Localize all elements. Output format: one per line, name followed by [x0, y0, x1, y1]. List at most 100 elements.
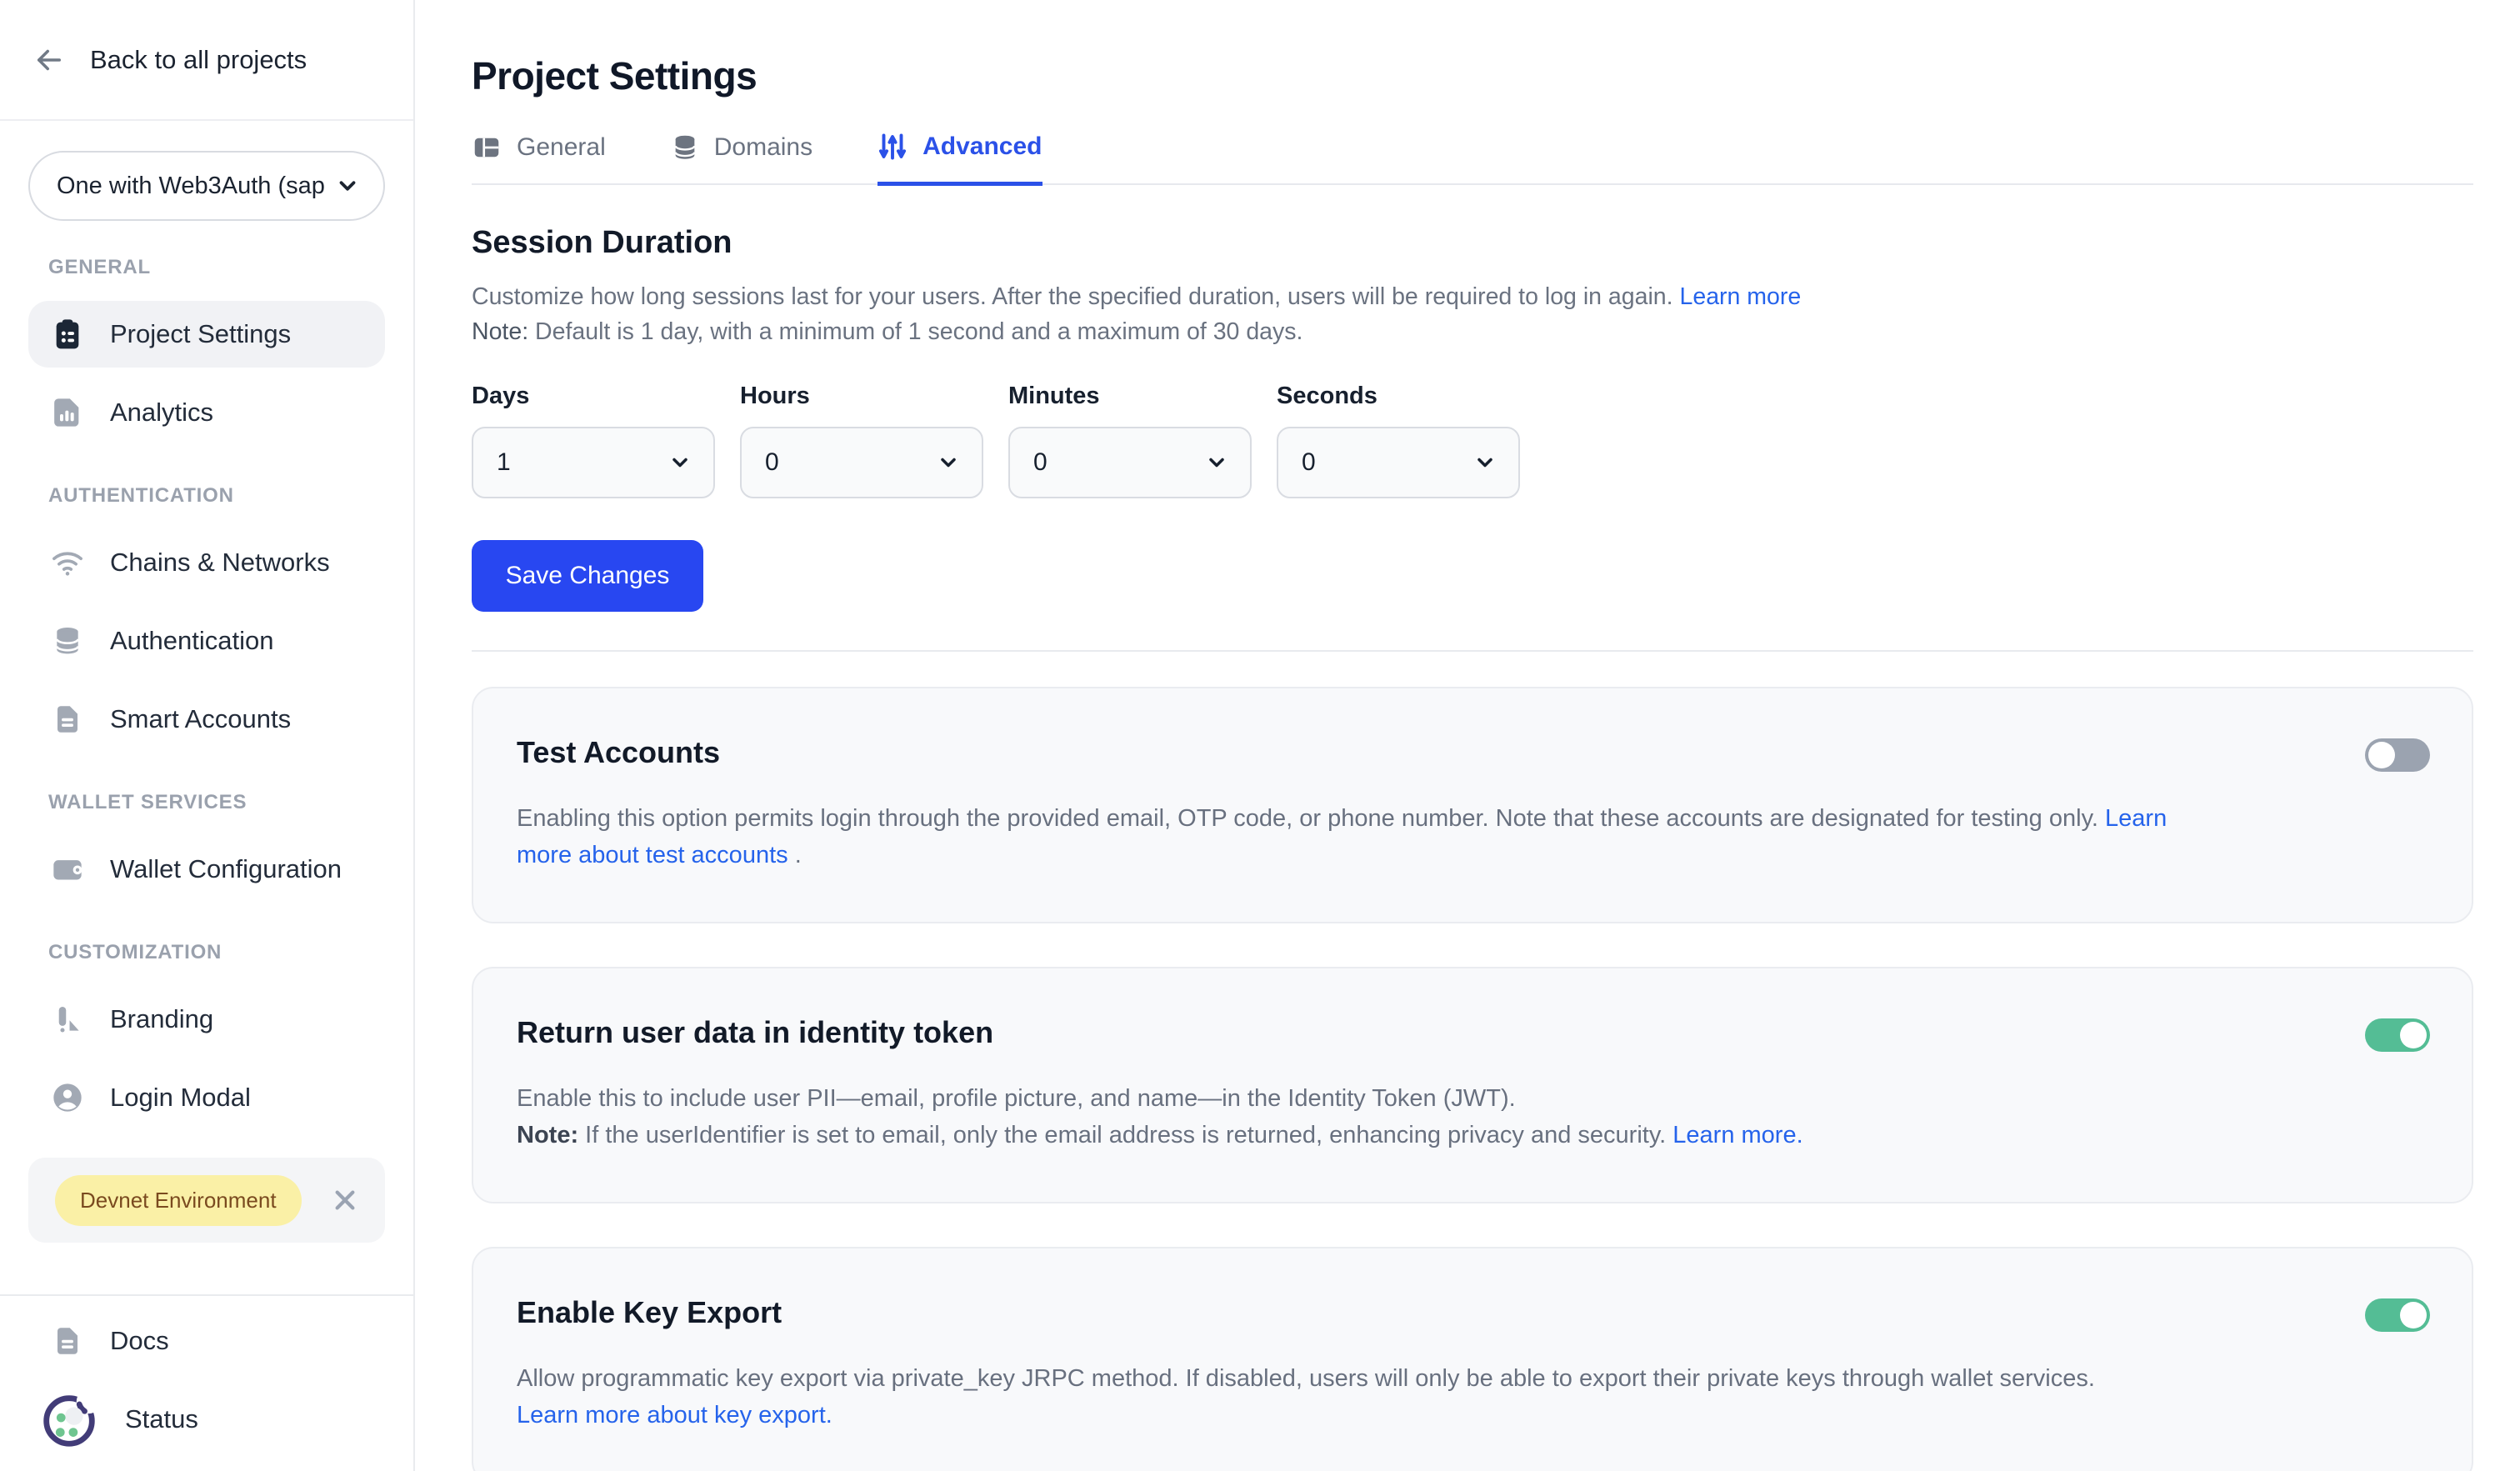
sidebar-item-docs[interactable]: Docs: [28, 1308, 385, 1374]
table-grid-icon: [472, 133, 502, 163]
sidebar-item-branding[interactable]: Branding: [28, 986, 385, 1053]
section-label-customization: CUSTOMIZATION: [48, 941, 385, 964]
app-window: Back to all projects One with Web3Auth (…: [0, 0, 2520, 1471]
cookie-status-icon: [37, 1387, 102, 1452]
tab-general[interactable]: General: [472, 132, 606, 183]
card-description: Allow programmatic key export via privat…: [517, 1360, 2428, 1433]
chevron-down-icon: [937, 451, 960, 474]
sidebar-item-status[interactable]: Status: [28, 1386, 385, 1453]
tab-label: General: [517, 133, 606, 162]
note-label: Note:: [472, 318, 528, 345]
page-title: Project Settings: [472, 53, 2473, 98]
description-text: Enabling this option permits login throu…: [517, 805, 2105, 832]
days-label: Days: [472, 383, 715, 410]
learn-more-link[interactable]: Learn more.: [1672, 1122, 1802, 1148]
minutes-label: Minutes: [1008, 383, 1252, 410]
minutes-select[interactable]: 0: [1008, 427, 1252, 498]
minutes-value: 0: [1033, 448, 1048, 477]
tab-bar: General Domains Advanced: [472, 132, 2473, 185]
database-icon: [671, 133, 699, 162]
sidebar-item-login-modal[interactable]: Login Modal: [28, 1064, 385, 1131]
save-changes-button[interactable]: Save Changes: [472, 540, 703, 612]
sidebar-item-project-settings[interactable]: Project Settings: [28, 301, 385, 368]
learn-more-link[interactable]: Learn more: [1680, 283, 1802, 310]
sidebar-item-label: Login Modal: [110, 1083, 251, 1113]
close-icon[interactable]: [332, 1187, 358, 1213]
docs-file-icon: [48, 1322, 87, 1360]
tab-domains[interactable]: Domains: [671, 132, 812, 183]
user-circle-icon: [48, 1078, 87, 1117]
seconds-value: 0: [1302, 448, 1316, 477]
sidebar-item-label: Status: [125, 1404, 198, 1434]
card-description: Enable this to include user PII—email, p…: [517, 1080, 2428, 1153]
analytics-chart-icon: [48, 393, 87, 432]
session-duration-heading: Session Duration: [472, 225, 2473, 261]
footer-divider: [0, 1294, 413, 1296]
session-duration-description: Customize how long sessions last for you…: [472, 279, 2473, 349]
hours-value: 0: [765, 448, 779, 477]
chevron-down-icon: [335, 173, 360, 198]
sidebar-item-label: Docs: [110, 1326, 169, 1356]
project-selector-value: One with Web3Auth (sap: [57, 173, 335, 200]
toggle-knob: [2400, 1022, 2427, 1048]
seconds-label: Seconds: [1277, 383, 1520, 410]
duration-minutes: Minutes 0: [1008, 383, 1252, 498]
test-accounts-toggle[interactable]: [2365, 738, 2430, 772]
sidebar-item-label: Chains & Networks: [110, 548, 330, 578]
section-label-authentication: AUTHENTICATION: [48, 484, 385, 508]
back-to-projects-button[interactable]: Back to all projects: [0, 0, 413, 121]
sidebar-item-label: Authentication: [110, 626, 273, 656]
days-select[interactable]: 1: [472, 427, 715, 498]
sidebar-item-label: Analytics: [110, 398, 213, 428]
sliders-arrows-icon: [878, 132, 908, 162]
section-label-general: GENERAL: [48, 256, 385, 279]
sidebar-footer: Docs Status: [0, 1294, 413, 1471]
back-label: Back to all projects: [90, 45, 307, 75]
duration-hours: Hours 0: [740, 383, 983, 498]
sidebar-item-label: Wallet Configuration: [110, 854, 342, 884]
section-divider: [472, 650, 2473, 652]
project-selector-dropdown[interactable]: One with Web3Auth (sap: [28, 151, 385, 221]
sidebar-item-label: Project Settings: [110, 319, 291, 349]
sidebar-item-wallet-configuration[interactable]: Wallet Configuration: [28, 836, 385, 903]
sidebar-item-smart-accounts[interactable]: Smart Accounts: [28, 686, 385, 753]
card-title: Return user data in identity token: [517, 1015, 2428, 1050]
identity-token-toggle[interactable]: [2365, 1018, 2430, 1052]
seconds-select[interactable]: 0: [1277, 427, 1520, 498]
hours-select[interactable]: 0: [740, 427, 983, 498]
branding-paint-icon: [48, 1000, 87, 1038]
wallet-icon: [48, 850, 87, 888]
days-value: 1: [497, 448, 511, 477]
wifi-icon: [48, 543, 87, 582]
tab-label: Domains: [714, 133, 812, 162]
duration-days: Days 1: [472, 383, 715, 498]
duration-controls: Days 1 Hours 0 Minutes 0: [472, 383, 2473, 498]
database-icon: [48, 622, 87, 660]
key-export-card: Enable Key Export Allow programmatic key…: [472, 1247, 2473, 1471]
clipboard-icon: [48, 315, 87, 353]
identity-token-card: Return user data in identity token Enabl…: [472, 967, 2473, 1203]
toggle-knob: [2368, 742, 2395, 768]
chevron-down-icon: [1473, 451, 1497, 474]
sidebar-item-authentication[interactable]: Authentication: [28, 608, 385, 674]
sidebar-item-chains-networks[interactable]: Chains & Networks: [28, 529, 385, 596]
card-description: Enabling this option permits login throu…: [517, 800, 2175, 873]
sidebar-item-analytics[interactable]: Analytics: [28, 379, 385, 446]
tab-label: Advanced: [922, 133, 1042, 161]
document-icon: [48, 700, 87, 738]
chevron-down-icon: [1205, 451, 1228, 474]
sidebar-item-label: Smart Accounts: [110, 704, 291, 734]
sidebar-item-label: Branding: [110, 1004, 213, 1034]
sidebar: Back to all projects One with Web3Auth (…: [0, 0, 415, 1471]
key-export-toggle[interactable]: [2365, 1298, 2430, 1332]
sidebar-body: One with Web3Auth (sap GENERAL Project S…: [0, 121, 413, 1294]
card-title: Test Accounts: [517, 735, 2428, 770]
tab-advanced[interactable]: Advanced: [878, 132, 1042, 186]
main-content: Project Settings General Domains: [415, 0, 2520, 1471]
description-line1: Allow programmatic key export via privat…: [517, 1365, 2095, 1392]
description-suffix: .: [788, 842, 802, 868]
learn-more-key-export-link[interactable]: Learn more about key export.: [517, 1402, 832, 1428]
test-accounts-card: Test Accounts Enabling this option permi…: [472, 687, 2473, 923]
description-line1: Enable this to include user PII—email, p…: [517, 1085, 1516, 1112]
section-label-wallet-services: WALLET SERVICES: [48, 791, 385, 814]
